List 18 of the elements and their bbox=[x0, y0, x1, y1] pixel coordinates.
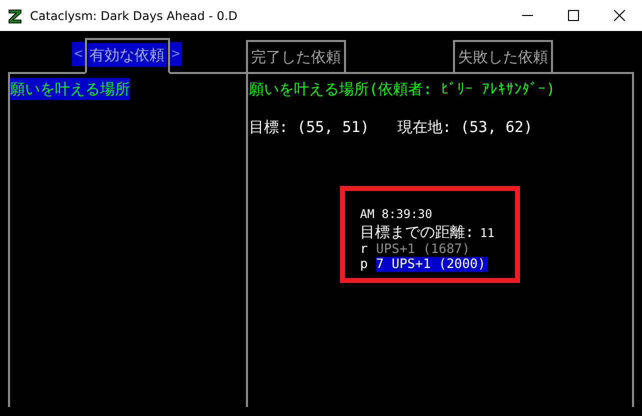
target-coordinates: 目標: (55, 51) bbox=[249, 117, 370, 138]
app-logo-icon bbox=[8, 8, 22, 24]
quest-title: 願いを叶える場所(依頼者: ﾋﾞﾘｰ ｱﾚｷｻﾝﾀﾞｰ) bbox=[249, 79, 556, 100]
quest-list-item[interactable]: 願いを叶える場所 bbox=[10, 78, 130, 100]
window-title: Cataclysm: Dark Days Ahead - 0.D bbox=[30, 8, 238, 22]
current-location: 現在地: (53, 62) bbox=[397, 117, 533, 138]
tab[interactable]: 有効な依頼 bbox=[84, 38, 170, 74]
item-entry[interactable]: UPS+1 (1687) bbox=[376, 242, 472, 257]
item-key: r bbox=[360, 242, 376, 257]
tab[interactable]: 失敗した依頼 bbox=[453, 40, 553, 72]
distance-value: 11 bbox=[480, 225, 494, 241]
distance-label: 目標までの距離: bbox=[360, 222, 474, 242]
close-icon bbox=[614, 10, 624, 21]
maximize-icon bbox=[568, 10, 578, 21]
game-time: AM 8:39:30 bbox=[360, 207, 432, 221]
item-entry[interactable]: 7 UPS+1 (2000) bbox=[376, 257, 488, 272]
tab[interactable]: 完了した依頼 bbox=[246, 40, 346, 72]
item-key: p bbox=[360, 257, 376, 272]
